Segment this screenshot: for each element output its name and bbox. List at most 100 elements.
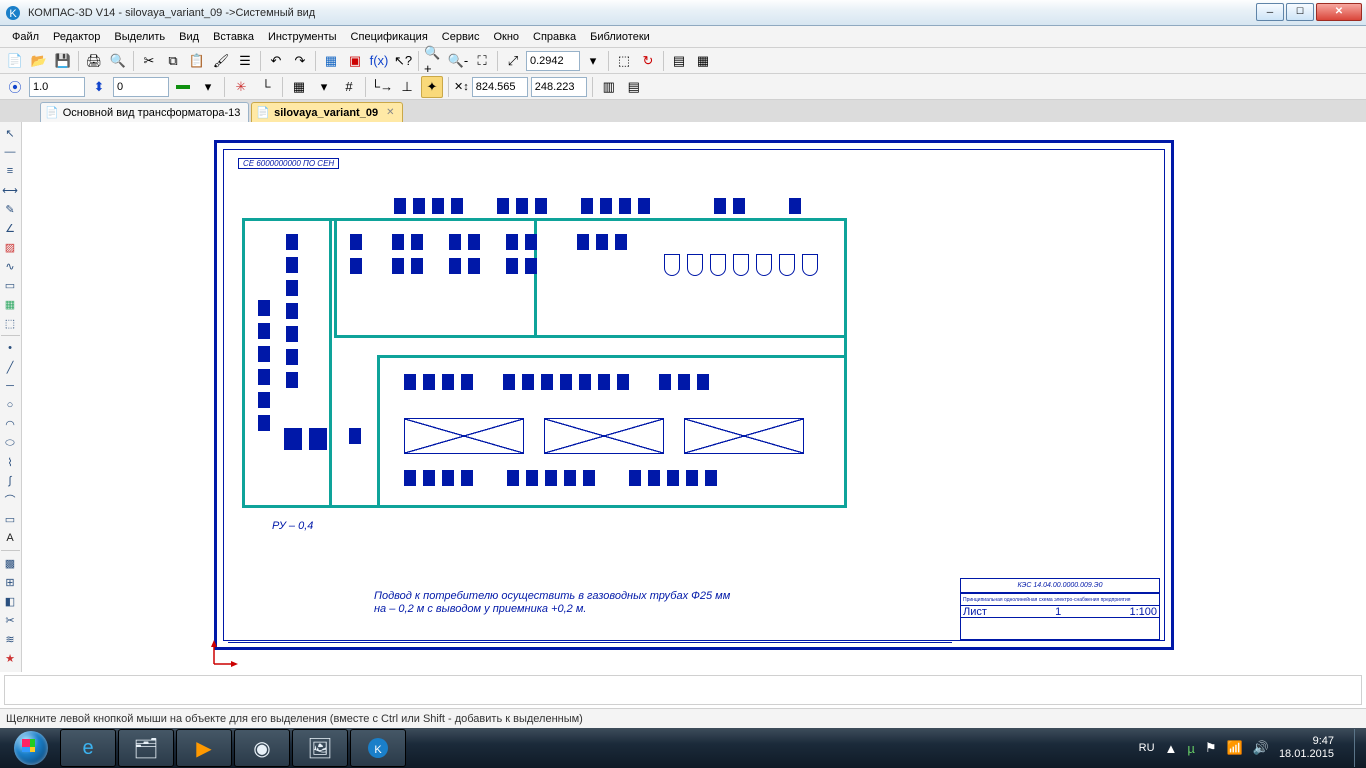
- tool-macro[interactable]: ⊞: [0, 573, 20, 591]
- tray-sound-icon[interactable]: 🔊: [1253, 740, 1269, 756]
- variable-button[interactable]: ▣: [344, 50, 366, 72]
- state-combo2[interactable]: [113, 77, 169, 97]
- dim-style-button[interactable]: ⬍: [88, 76, 110, 98]
- tray-lang[interactable]: RU: [1139, 742, 1155, 754]
- tool-segment[interactable]: ─: [0, 377, 20, 395]
- menu-tools[interactable]: Инструменты: [262, 29, 343, 45]
- tool-break[interactable]: ✂: [0, 611, 20, 629]
- tool-aux-line[interactable]: ╱: [0, 358, 20, 376]
- grid-dropdown[interactable]: ▾: [313, 76, 335, 98]
- local-cs-button[interactable]: └→: [371, 76, 393, 98]
- cursor-mode-button[interactable]: ⦿: [4, 76, 26, 98]
- paste-button[interactable]: 📋: [186, 50, 208, 72]
- tool-hatch2[interactable]: ▩: [0, 554, 20, 572]
- menu-help[interactable]: Справка: [527, 29, 582, 45]
- tb-extra1[interactable]: ▥: [598, 76, 620, 98]
- window-minimize-button[interactable]: [1256, 3, 1284, 21]
- line-color-button[interactable]: [172, 76, 194, 98]
- layer-button[interactable]: ▾: [197, 76, 219, 98]
- open-button[interactable]: 📂: [28, 50, 50, 72]
- zoom-fit-button[interactable]: ⤢: [502, 50, 524, 72]
- pan-button[interactable]: ⬚: [613, 50, 635, 72]
- menu-select[interactable]: Выделить: [108, 29, 171, 45]
- tool-polyline[interactable]: ⌇: [0, 453, 20, 471]
- coord-x-input[interactable]: [472, 77, 528, 97]
- tray-utorrent-icon[interactable]: µ: [1187, 741, 1195, 756]
- taskbar-media[interactable]: ▶: [176, 729, 232, 767]
- start-button[interactable]: [4, 729, 58, 767]
- tool-sheet[interactable]: ▭: [0, 276, 20, 294]
- tool-etc[interactable]: ★: [0, 649, 20, 667]
- tool-fillet[interactable]: ⌒: [0, 491, 20, 509]
- print-button[interactable]: 🖨: [83, 50, 105, 72]
- undo-button[interactable]: ↶: [265, 50, 287, 72]
- grid-toggle-button[interactable]: ▦: [288, 76, 310, 98]
- tray-network-icon[interactable]: 📶: [1227, 740, 1243, 756]
- taskbar-ie[interactable]: e: [60, 729, 116, 767]
- tool-rect[interactable]: ▭: [0, 510, 20, 528]
- menu-edit[interactable]: Редактор: [47, 29, 106, 45]
- window-maximize-button[interactable]: [1286, 3, 1314, 21]
- tool-dim[interactable]: ⟷: [0, 181, 20, 199]
- zoom-input[interactable]: [526, 51, 580, 71]
- menu-spec[interactable]: Спецификация: [345, 29, 434, 45]
- tray-clock[interactable]: 9:47 18.01.2015: [1279, 735, 1340, 761]
- taskbar-explorer[interactable]: 🗂: [118, 729, 174, 767]
- tool-point[interactable]: •: [0, 339, 20, 357]
- menu-file[interactable]: Файл: [6, 29, 45, 45]
- fx-button[interactable]: f(x): [368, 50, 390, 72]
- ortho-mode-button[interactable]: ⊥: [396, 76, 418, 98]
- window-close-button[interactable]: [1316, 3, 1362, 21]
- tool-text[interactable]: ✎: [0, 200, 20, 218]
- properties-button[interactable]: ☰: [234, 50, 256, 72]
- tool-hatch[interactable]: ▨: [0, 238, 20, 256]
- tab-close-icon[interactable]: ✕: [386, 107, 394, 118]
- tool-equid[interactable]: ≋: [0, 630, 20, 648]
- tool-strut[interactable]: ≡: [0, 162, 20, 180]
- taskbar-photos[interactable]: 🖼: [292, 729, 348, 767]
- snap-button[interactable]: ✳: [230, 76, 252, 98]
- menu-window[interactable]: Окно: [487, 29, 525, 45]
- redo-button[interactable]: ↷: [289, 50, 311, 72]
- show-desktop-button[interactable]: [1354, 729, 1362, 767]
- tool-ellipse[interactable]: ⬭: [0, 434, 20, 452]
- taskbar-chrome[interactable]: ◉: [234, 729, 290, 767]
- format-painter-button[interactable]: 🖌: [210, 50, 232, 72]
- tool-view[interactable]: ⬚: [0, 314, 20, 332]
- menu-insert[interactable]: Вставка: [207, 29, 260, 45]
- drawing-canvas[interactable]: СЕ 6000000000 ПО СЕН: [22, 122, 1366, 672]
- document-tab-active[interactable]: 📄 silovaya_variant_09 ✕: [251, 102, 403, 122]
- tool-text2[interactable]: A: [0, 529, 20, 547]
- taskbar-kompas[interactable]: K: [350, 729, 406, 767]
- grid-snap-button[interactable]: #: [338, 76, 360, 98]
- tool-angle[interactable]: ∠: [0, 219, 20, 237]
- ortho-button[interactable]: └: [255, 76, 277, 98]
- windows-cascade-button[interactable]: ▤: [668, 50, 690, 72]
- zoom-out-button[interactable]: 🔍-: [447, 50, 469, 72]
- tool-table[interactable]: ▦: [0, 295, 20, 313]
- tool-select[interactable]: ↖: [0, 124, 20, 142]
- windows-tile-button[interactable]: ▦: [692, 50, 714, 72]
- snap-mode-button[interactable]: ✦: [421, 76, 443, 98]
- menu-service[interactable]: Сервис: [436, 29, 486, 45]
- tb-extra2[interactable]: ▤: [623, 76, 645, 98]
- tool-arc[interactable]: ◠: [0, 415, 20, 433]
- tray-flag-icon[interactable]: ▲: [1165, 741, 1178, 756]
- cut-button[interactable]: ✂: [138, 50, 160, 72]
- manager-button[interactable]: ▦: [320, 50, 342, 72]
- menu-view[interactable]: Вид: [173, 29, 205, 45]
- zoom-area-button[interactable]: ⛶: [471, 50, 493, 72]
- tray-action-icon[interactable]: ⚑: [1205, 740, 1217, 756]
- coord-y-input[interactable]: [531, 77, 587, 97]
- copy-button[interactable]: ⧉: [162, 50, 184, 72]
- help-cursor-button[interactable]: ↖?: [392, 50, 414, 72]
- tool-assoc[interactable]: ◧: [0, 592, 20, 610]
- state-combo1[interactable]: [29, 77, 85, 97]
- refresh-button[interactable]: ↻: [637, 50, 659, 72]
- menu-libs[interactable]: Библиотеки: [584, 29, 656, 45]
- save-button[interactable]: 💾: [52, 50, 74, 72]
- tool-spline[interactable]: ∿: [0, 257, 20, 275]
- new-button[interactable]: 📄: [4, 50, 26, 72]
- tool-circle[interactable]: ○: [0, 396, 20, 414]
- zoom-dropdown[interactable]: ▾: [582, 50, 604, 72]
